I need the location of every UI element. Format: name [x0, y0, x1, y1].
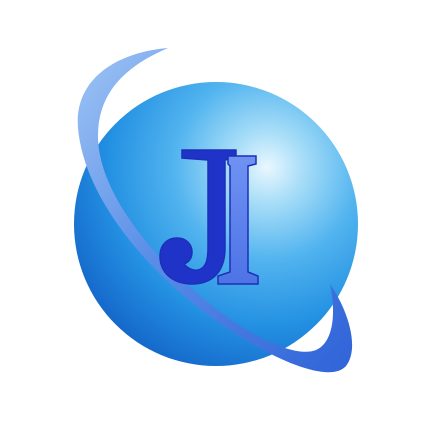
logo-canvas: [0, 0, 434, 434]
ji-globe-logo: [74, 48, 358, 373]
